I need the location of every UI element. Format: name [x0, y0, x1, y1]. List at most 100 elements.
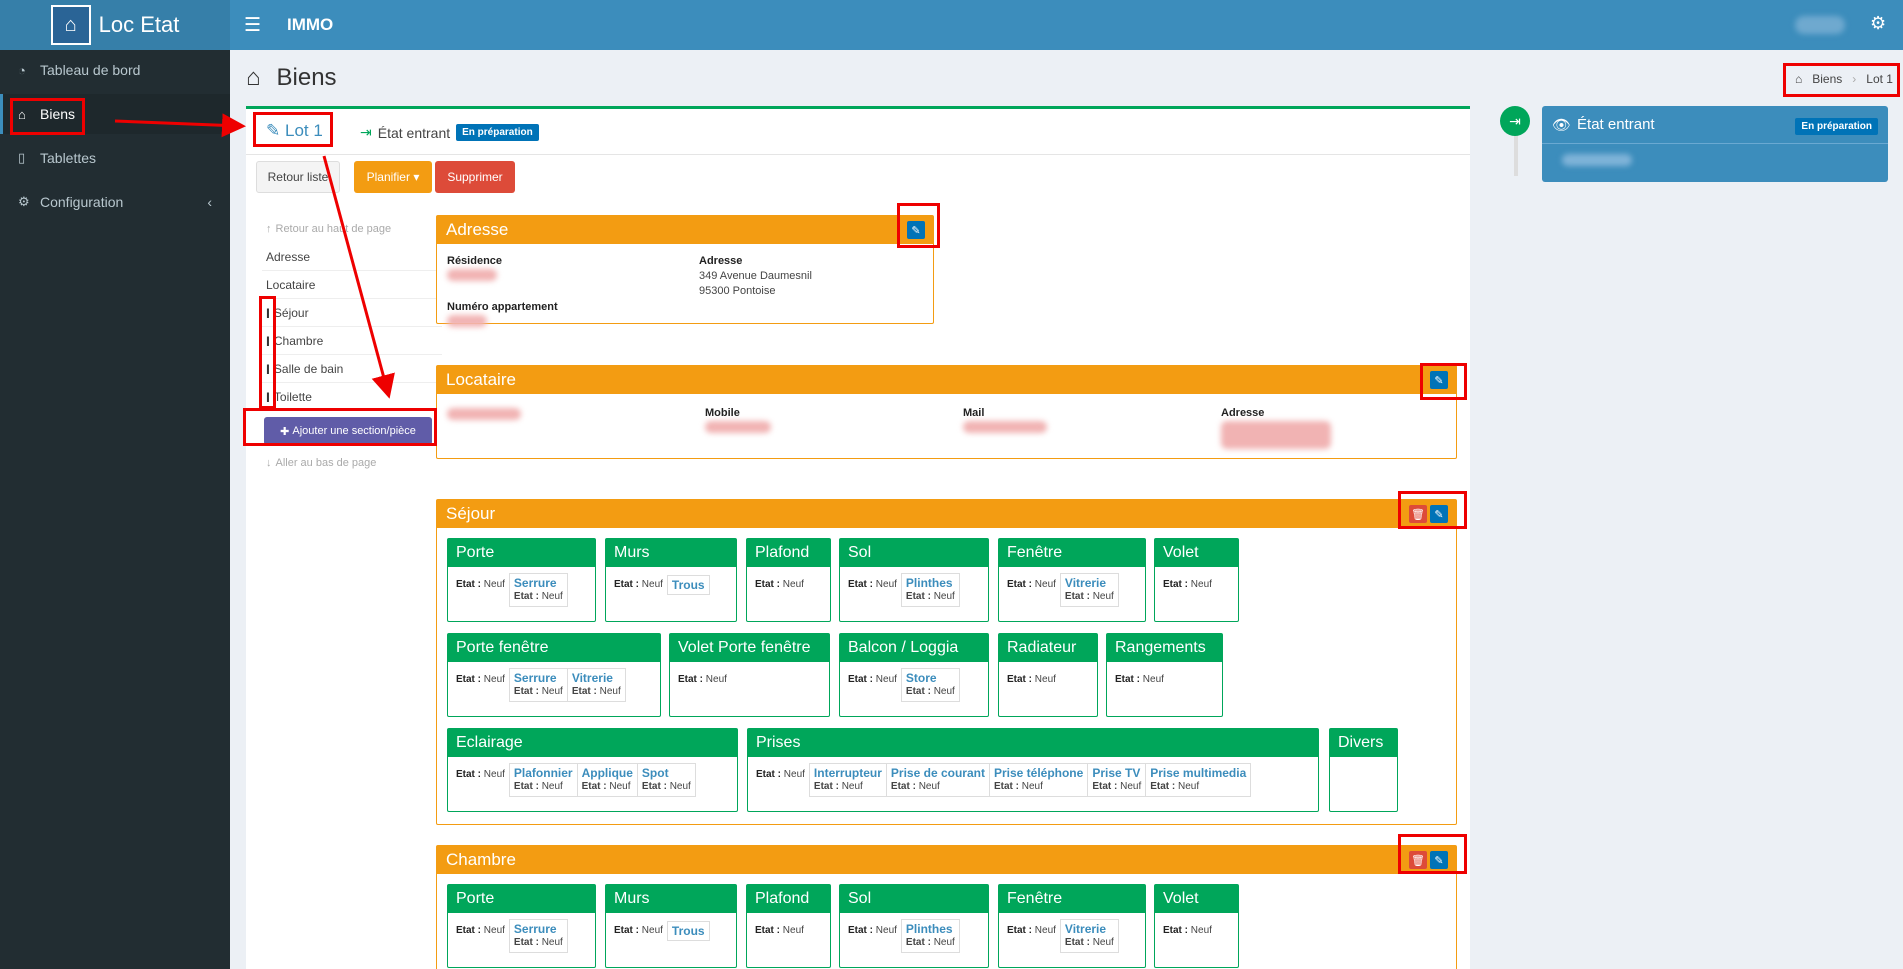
element-card-porte[interactable]: Porte Etat : Neuf Serrure Etat : Neuf	[447, 538, 596, 622]
sub-element[interactable]: Vitrerie Etat : Neuf	[1059, 919, 1119, 953]
card-title: Sol	[840, 885, 988, 913]
element-card-murs[interactable]: Murs Etat : Neuf Trous	[605, 538, 737, 622]
caret-down-icon: ▾	[413, 170, 420, 184]
element-card-rangements[interactable]: Rangements Etat : Neuf	[1106, 633, 1223, 717]
element-card-fenetre[interactable]: Fenêtre Etat : Neuf Vitrerie Etat : Neuf	[998, 884, 1146, 968]
card-title: Fenêtre	[999, 539, 1145, 567]
pencil-icon: ✎	[1434, 374, 1444, 387]
section-title: Locataire	[446, 370, 516, 389]
sub-element[interactable]: Serrure Etat : Neuf	[508, 573, 568, 607]
sub-element-group: Interrupteur Etat : Neuf Prise de courant…	[808, 763, 1252, 797]
tab-lot[interactable]: ✎ Lot 1	[266, 121, 323, 141]
drag-handle-icon[interactable]: I	[266, 333, 270, 349]
tabs: ✎ Lot 1 ⇥ État entrant En préparation	[246, 109, 1470, 155]
timeline-header: 👁 État entrant En préparation	[1542, 106, 1888, 144]
element-card-murs[interactable]: Murs Etat : Neuf Trous	[605, 884, 737, 968]
element-card-porte[interactable]: Porte Etat : Neuf Serrure Etat : Neuf	[447, 884, 596, 968]
plus-icon: ✚	[280, 425, 290, 438]
element-card-fenetre[interactable]: Fenêtre Etat : Neuf Vitrerie Etat : Neuf	[998, 538, 1146, 622]
sub-element[interactable]: Store Etat : Neuf	[900, 668, 960, 702]
sub-element[interactable]: Prise téléphone Etat : Neuf	[990, 764, 1089, 796]
dashboard-icon: ◔	[18, 62, 26, 78]
drag-handle-icon[interactable]: I	[266, 361, 270, 377]
element-card-porte-fenetre[interactable]: Porte fenêtre Etat : Neuf Serrure Etat : …	[447, 633, 661, 717]
add-section-button[interactable]: ✚ Ajouter une section/pièce	[264, 417, 432, 445]
sub-element[interactable]: Applique Etat : Neuf	[578, 764, 638, 796]
element-card-balcon-loggia[interactable]: Balcon / Loggia Etat : Neuf Store Etat : …	[839, 633, 989, 717]
element-card-sol[interactable]: Sol Etat : Neuf Plinthes Etat : Neuf	[839, 884, 989, 968]
edit-button[interactable]: ✎	[1430, 851, 1448, 869]
supprimer-button[interactable]: Supprimer	[435, 161, 515, 193]
card-title: Volet Porte fenêtre	[670, 634, 829, 662]
sub-element[interactable]: Plafonnier Etat : Neuf	[510, 764, 578, 796]
etat-value: Etat : Neuf	[848, 674, 897, 685]
tab-etat-entrant[interactable]: ⇥ État entrant En préparation	[360, 124, 539, 141]
sub-element[interactable]: Interrupteur Etat : Neuf	[810, 764, 887, 796]
etat-value: Etat : Neuf	[456, 579, 505, 590]
sub-element[interactable]: Vitrerie Etat : Neuf	[1059, 573, 1119, 607]
delete-button[interactable]: 🗑	[1409, 851, 1427, 869]
toc-item-salle-de-bain[interactable]: I Salle de bain	[262, 355, 442, 383]
section-title: Chambre	[446, 850, 516, 869]
tablet-icon: ▯	[18, 150, 26, 165]
user-name-blurred[interactable]	[1795, 16, 1845, 34]
element-card-radiateur[interactable]: Radiateur Etat : Neuf	[998, 633, 1098, 717]
timeline-etat-entrant[interactable]: 👁 État entrant En préparation	[1542, 106, 1888, 182]
sidebar-item-tableau-de-bord[interactable]: ◔ Tableau de bord	[0, 50, 230, 90]
sub-element[interactable]: Plinthes Etat : Neuf	[900, 919, 960, 953]
drag-handle-icon[interactable]: I	[266, 389, 270, 405]
sub-element[interactable]: Plinthes Etat : Neuf	[900, 573, 960, 607]
edit-button[interactable]: ✎	[907, 221, 925, 239]
address-line: 349 Avenue Daumesnil	[699, 270, 812, 282]
element-card-volet[interactable]: Volet Etat : Neuf	[1154, 884, 1239, 968]
etat-value: Etat : Neuf	[1007, 579, 1056, 590]
element-card-prises[interactable]: Prises Etat : Neuf Interrupteur Etat : Ne…	[747, 728, 1319, 812]
toc-item-chambre[interactable]: I Chambre	[262, 327, 442, 355]
logo[interactable]: ⌂ Loc Etat	[0, 0, 230, 50]
sidebar-item-biens[interactable]: ⌂ Biens	[0, 94, 230, 134]
sub-element[interactable]: Prise de courant Etat : Neuf	[887, 764, 990, 796]
sub-element[interactable]: Serrure Etat : Neuf	[510, 669, 568, 701]
hamburger-icon[interactable]: ☰	[244, 14, 261, 37]
toc-item-adresse[interactable]: Adresse	[262, 243, 442, 271]
sub-element[interactable]: Vitrerie Etat : Neuf	[568, 669, 625, 701]
breadcrumb-item-biens[interactable]: Biens	[1812, 72, 1842, 86]
card-title: Sol	[840, 539, 988, 567]
toc-item-label: Locataire	[266, 277, 316, 292]
element-card-volet-porte-fenetre[interactable]: Volet Porte fenêtre Etat : Neuf	[669, 633, 830, 717]
card-title: Balcon / Loggia	[840, 634, 988, 662]
element-card-volet[interactable]: Volet Etat : Neuf	[1154, 538, 1239, 622]
section-header: Chambre 🗑 ✎	[437, 846, 1456, 874]
element-card-plafond[interactable]: Plafond Etat : Neuf	[746, 538, 831, 622]
card-title: Porte	[448, 539, 595, 567]
breadcrumb: ⌂ Biens › Lot 1	[1795, 72, 1893, 86]
toc-item-sejour[interactable]: I Séjour	[262, 299, 442, 327]
sidebar-item-tablettes[interactable]: ▯ Tablettes	[0, 138, 230, 178]
toc-bottom-link[interactable]: ↓ Aller au bas de page	[262, 449, 442, 477]
section-toc: ↑ Retour au haut de page Adresse Locatair…	[262, 215, 442, 477]
sub-element[interactable]: Prise TV Etat : Neuf	[1088, 764, 1147, 796]
gears-icon[interactable]: ⚙	[1870, 13, 1886, 34]
planifier-button[interactable]: Planifier ▾	[354, 161, 432, 193]
element-card-eclairage[interactable]: Eclairage Etat : Neuf Plafonnier Etat : N…	[447, 728, 738, 812]
drag-handle-icon[interactable]: I	[266, 305, 270, 321]
sub-element[interactable]: Trous	[666, 575, 710, 595]
sub-element[interactable]: Serrure Etat : Neuf	[508, 919, 568, 953]
sidebar-item-configuration[interactable]: ⚙ Configuration ‹	[0, 182, 230, 222]
card-title: Plafond	[747, 539, 830, 567]
edit-button[interactable]: ✎	[1430, 505, 1448, 523]
eye-icon: 👁	[1552, 116, 1572, 134]
element-card-divers[interactable]: Divers	[1329, 728, 1398, 812]
element-card-plafond[interactable]: Plafond Etat : Neuf	[746, 884, 831, 968]
element-card-sol[interactable]: Sol Etat : Neuf Plinthes Etat : Neuf	[839, 538, 989, 622]
retour-liste-button[interactable]: Retour liste	[256, 161, 340, 193]
toc-item-locataire[interactable]: Locataire	[262, 271, 442, 299]
sub-element[interactable]: Prise multimedia Etat : Neuf	[1146, 764, 1250, 796]
edit-button[interactable]: ✎	[1430, 371, 1448, 389]
etat-value: Etat : Neuf	[848, 925, 897, 936]
sub-element[interactable]: Trous	[666, 921, 710, 941]
toc-item-toilette[interactable]: I Toilette	[262, 383, 442, 411]
sub-element[interactable]: Spot Etat : Neuf	[638, 764, 695, 796]
toc-top-link[interactable]: ↑ Retour au haut de page	[262, 215, 442, 243]
delete-button[interactable]: 🗑	[1409, 505, 1427, 523]
